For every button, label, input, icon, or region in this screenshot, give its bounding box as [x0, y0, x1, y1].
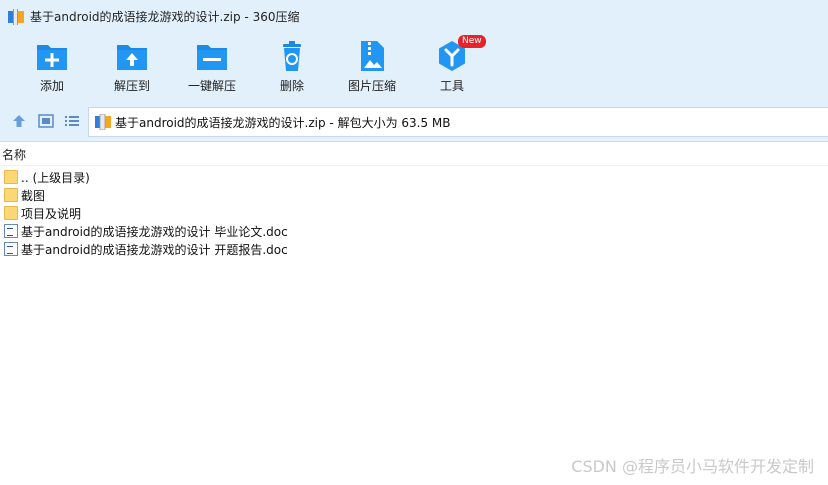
tools-button[interactable]: New 工具 — [412, 35, 492, 99]
column-header-name[interactable]: 名称 — [0, 144, 828, 166]
window-title: 基于android的成语接龙游戏的设计.zip - 360压缩 — [30, 10, 300, 24]
delete-button[interactable]: 删除 — [252, 39, 332, 99]
toolbar: 添加 解压到 一键解压 删除 图片压缩 New 工具 — [0, 33, 828, 101]
up-level-button[interactable] — [10, 112, 28, 130]
file-name: 基于android的成语接龙游戏的设计 开题报告.doc — [21, 242, 288, 257]
folder-icon — [4, 206, 18, 220]
list-item[interactable]: 基于android的成语接龙游戏的设计 开题报告.doc — [0, 240, 828, 258]
file-name: 基于android的成语接龙游戏的设计 毕业论文.doc — [21, 224, 288, 239]
one-click-extract-label: 一键解压 — [187, 79, 236, 93]
navigation-bar: 基于android的成语接龙游戏的设计.zip - 解包大小为 63.5 MB — [0, 101, 828, 142]
tools-label: 工具 — [439, 79, 464, 93]
file-name: .. (上级目录) — [21, 170, 90, 185]
add-folder-icon — [34, 39, 70, 73]
add-button[interactable]: 添加 — [12, 39, 92, 99]
file-list: .. (上级目录) 截图 项目及说明 基于android的成语接龙游戏的设计 毕… — [0, 168, 828, 258]
archive-icon — [8, 8, 24, 25]
extract-to-icon — [114, 39, 150, 73]
one-click-extract-button[interactable]: 一键解压 — [172, 39, 252, 99]
doc-file-icon — [4, 242, 18, 256]
thumbnail-view-button[interactable] — [37, 112, 55, 130]
thumbnail-view-icon — [38, 114, 54, 128]
arrow-up-icon — [13, 115, 25, 127]
folder-icon — [4, 188, 18, 202]
list-item[interactable]: 基于android的成语接龙游戏的设计 毕业论文.doc — [0, 222, 828, 240]
delete-label: 删除 — [279, 79, 304, 93]
new-badge: New — [458, 35, 486, 48]
one-click-extract-icon — [194, 39, 230, 73]
path-text: 基于android的成语接龙游戏的设计.zip - 解包大小为 63.5 MB — [115, 115, 451, 130]
image-compress-button[interactable]: 图片压缩 — [332, 39, 412, 99]
list-view-icon — [65, 116, 79, 126]
extract-to-label: 解压到 — [113, 79, 150, 93]
add-label: 添加 — [39, 79, 64, 93]
path-bar[interactable]: 基于android的成语接龙游戏的设计.zip - 解包大小为 63.5 MB — [88, 107, 828, 137]
title-bar: 基于android的成语接龙游戏的设计.zip - 360压缩 — [0, 0, 828, 33]
list-item[interactable]: 项目及说明 — [0, 204, 828, 222]
image-compress-icon — [354, 39, 390, 73]
file-name: 项目及说明 — [21, 206, 82, 221]
archive-icon — [95, 113, 111, 131]
image-compress-label: 图片压缩 — [347, 79, 396, 93]
doc-file-icon — [4, 224, 18, 238]
tools-icon: New — [434, 35, 486, 73]
extract-to-button[interactable]: 解压到 — [92, 39, 172, 99]
list-view-button[interactable] — [63, 112, 81, 130]
file-name: 截图 — [21, 188, 46, 203]
trash-icon — [274, 39, 310, 73]
list-item[interactable]: .. (上级目录) — [0, 168, 828, 186]
column-header-label: 名称 — [2, 148, 27, 162]
watermark: CSDN @程序员小马软件开发定制 — [571, 457, 814, 476]
list-item[interactable]: 截图 — [0, 186, 828, 204]
folder-icon — [4, 170, 18, 184]
